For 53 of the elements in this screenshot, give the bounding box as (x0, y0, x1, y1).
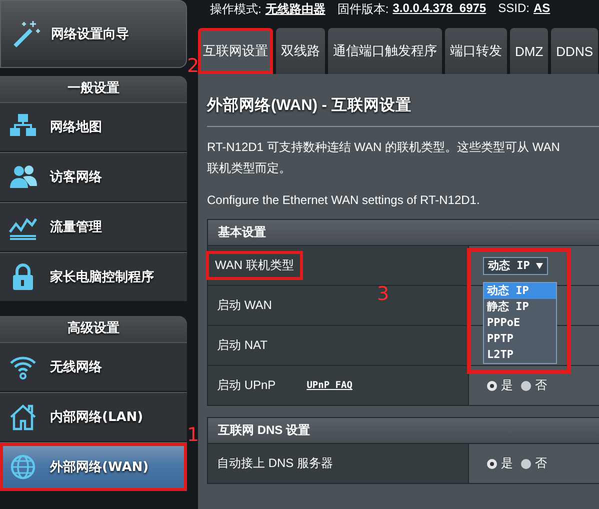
setup-wizard-button[interactable]: 网络设置向导 (0, 0, 187, 68)
connection-type-dropdown[interactable]: 动态 IP (483, 256, 548, 274)
info-value: AS (533, 1, 550, 15)
field-label: WAN 联机类型 (206, 251, 303, 280)
info-label: 固件版本: (337, 1, 389, 18)
tab[interactable]: DDNS (551, 28, 598, 74)
sidebar-item[interactable]: 流量管理 (0, 202, 187, 252)
house-icon (8, 402, 38, 432)
info-link[interactable]: 无线路由器 (265, 1, 326, 18)
field-label: 启动 NAT (216, 337, 268, 354)
tab[interactable]: 互联网设置 (198, 28, 273, 74)
radio-label: 否 (535, 377, 547, 394)
tab[interactable]: 双线路 (276, 28, 325, 74)
radio-button[interactable] (521, 380, 531, 390)
sidebar-item[interactable]: 无线网络 (0, 342, 187, 392)
globe-icon (8, 452, 38, 482)
field-label: 自动接上 DNS 服务器 (216, 455, 334, 472)
description-text: Configure the Ethernet WAN settings of RT-N12D1. (207, 193, 481, 207)
radio-button[interactable] (487, 380, 497, 390)
dropdown-option[interactable]: PPTP (484, 330, 556, 346)
info-label: SSID: (498, 1, 530, 15)
section-header: 高级设置 (0, 316, 187, 342)
sidebar-item[interactable]: 内部网络(LAN) (0, 392, 187, 442)
field-label: 启动 UPnP (216, 377, 277, 394)
annotation-number: 2 (187, 56, 200, 76)
section-header: 一般设置 (0, 76, 187, 102)
section-header: 互联网 DNS 设置 (208, 418, 599, 443)
annotation-number: 1 (187, 425, 200, 445)
info-link[interactable]: 3.0.0.4.378_6975 (392, 1, 486, 15)
dropdown-option[interactable]: PPPoE (484, 314, 556, 330)
tab[interactable]: DMZ (510, 28, 548, 74)
radio-label: 是 (501, 455, 513, 472)
annotation-number: 3 (377, 284, 390, 304)
sidebar-item[interactable]: 访客网络 (0, 152, 187, 202)
sidebar-item[interactable]: 网络地图 (0, 102, 187, 152)
radio-button[interactable] (521, 458, 531, 468)
dropdown-option[interactable]: 静态 IP (484, 298, 556, 314)
page-title: 外部网络(WAN) - 互联网设置 (207, 96, 412, 116)
tab[interactable]: 通信端口触发程序 (328, 28, 442, 74)
caret-icon (536, 262, 543, 268)
section-header: 基本设置 (208, 220, 599, 245)
field-label: 启动 WAN (216, 297, 273, 314)
dropdown-option[interactable]: L2TP (484, 346, 556, 362)
sidebar-item[interactable]: 家长电脑控制程序 (0, 252, 187, 302)
description-text: RT-N12D1 可支持数种连结 WAN 的联机类型。这些类型可从 WAN 联机类型而定。 (207, 139, 561, 177)
radio-button[interactable] (487, 458, 497, 468)
tab[interactable]: 端口转发 (445, 28, 507, 74)
radio-label: 是 (501, 377, 513, 394)
faq-link[interactable]: UPnP FAQ (306, 380, 352, 391)
magic-wand-icon (11, 19, 41, 49)
sidebar-item[interactable]: 外部网络(WAN) (0, 442, 187, 492)
radio-label: 否 (535, 455, 547, 472)
info-label: 操作模式: (210, 1, 262, 18)
